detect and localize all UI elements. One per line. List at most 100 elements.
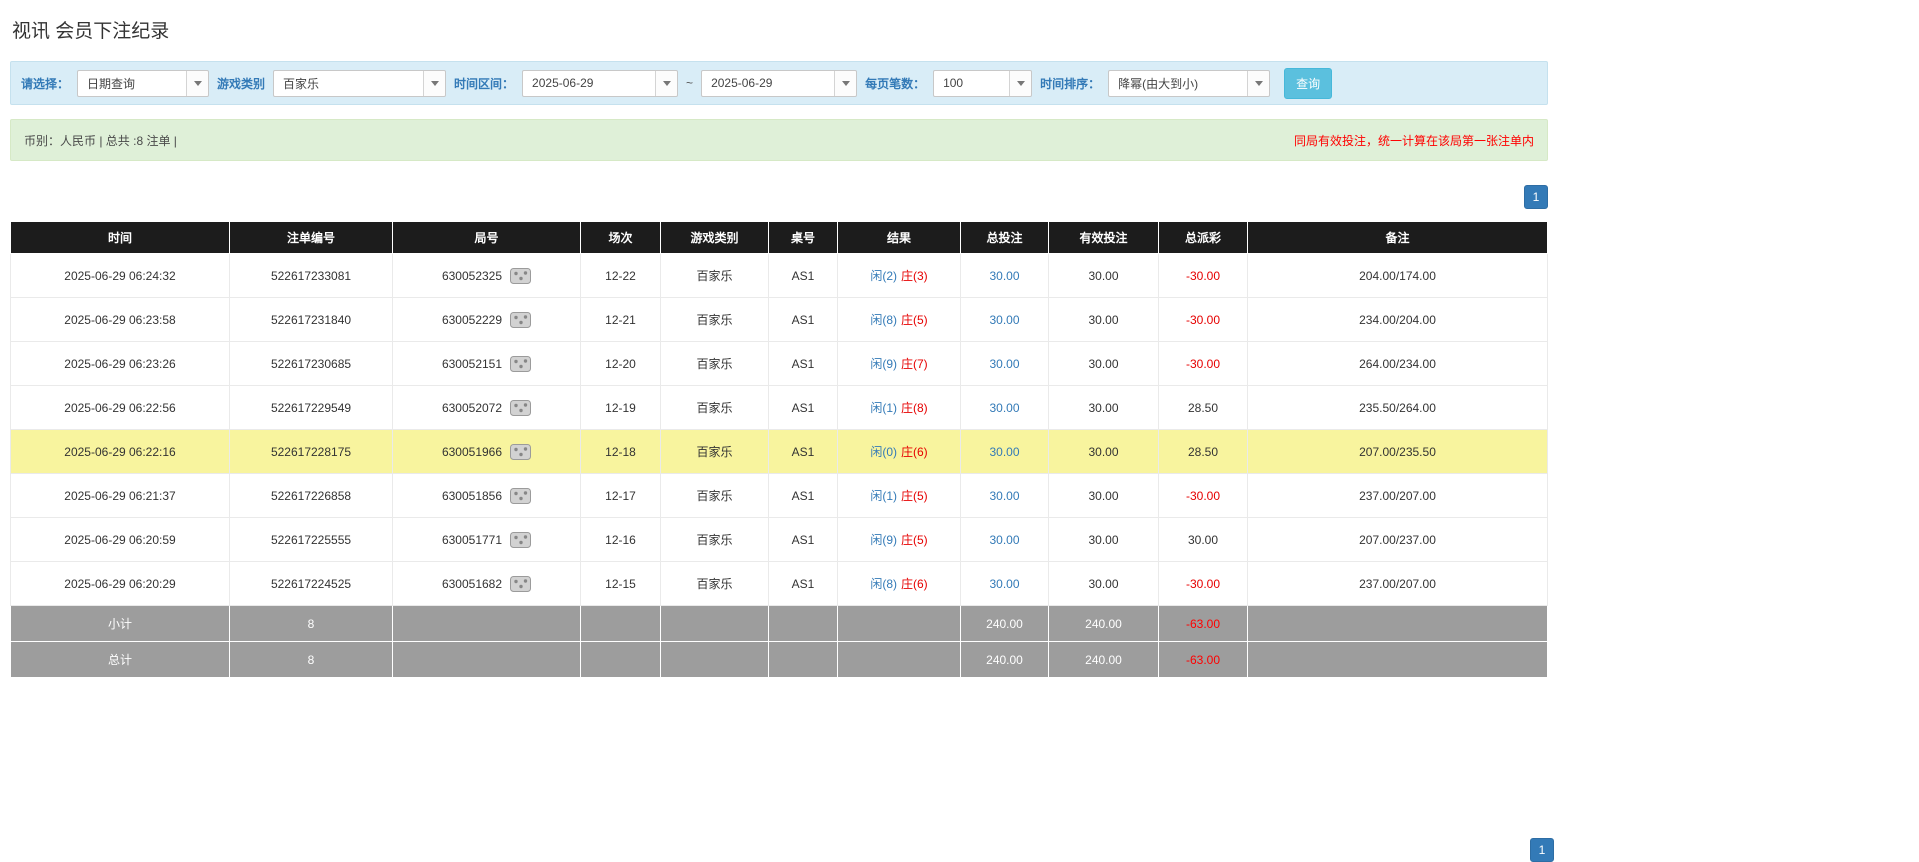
table-row: 2025-06-29 06:23:58 522617231840 6300522… <box>10 297 1548 342</box>
round-number-text: 630051682 <box>441 576 503 591</box>
cell-table-number: AS1 <box>768 253 838 298</box>
cell-round-number: 630051682 <box>392 561 581 606</box>
cell-bet-number: 522617230685 <box>229 341 393 386</box>
result-player: 闲(1) <box>870 489 897 503</box>
result-player: 闲(9) <box>870 533 897 547</box>
chevron-down-icon[interactable] <box>423 70 446 96</box>
cell-session: 12-18 <box>580 429 661 474</box>
cell-result: 闲(9) 庄(7) <box>837 341 961 386</box>
round-detail-dice-icon[interactable] <box>510 531 532 548</box>
cell-result: 闲(0) 庄(6) <box>837 429 961 474</box>
cell-result: 闲(9) 庄(5) <box>837 517 961 562</box>
cell-remark: 234.00/204.00 <box>1247 297 1548 342</box>
date-from-select[interactable]: 2025-06-29 <box>522 69 679 97</box>
total-bet-link[interactable]: 30.00 <box>989 489 1019 503</box>
total-bet-link[interactable]: 30.00 <box>989 577 1019 591</box>
cell-valid-bet: 30.00 <box>1048 561 1159 606</box>
filter-label-game-type: 游戏类别 <box>217 76 266 91</box>
page-button-1-bottom[interactable]: 1 <box>1530 838 1554 862</box>
column-header: 有效投注 <box>1048 221 1159 254</box>
cell-table-number: AS1 <box>768 429 838 474</box>
round-number-text: 630051966 <box>441 444 503 459</box>
result-player: 闲(1) <box>870 401 897 415</box>
round-number-text: 630052151 <box>441 356 503 371</box>
cell-total-bet: 30.00 <box>960 429 1049 474</box>
total-bet-link[interactable]: 30.00 <box>989 401 1019 415</box>
chevron-down-icon[interactable] <box>1247 70 1270 96</box>
round-number-text: 630051771 <box>441 532 503 547</box>
cell-total-bet: 30.00 <box>960 473 1049 518</box>
cell-bet-number: 522617225555 <box>229 517 393 562</box>
cell-time: 2025-06-29 06:20:29 <box>10 561 230 606</box>
cell-bet-number: 522617229549 <box>229 385 393 430</box>
cell-payout: 28.50 <box>1158 429 1248 474</box>
cell-result: 闲(8) 庄(5) <box>837 297 961 342</box>
filter-label-sort: 时间排序： <box>1040 76 1101 91</box>
result-banker: 庄(6) <box>901 577 928 591</box>
notice-text: 同局有效投注，统一计算在该局第一张注单内 <box>1293 133 1534 148</box>
total-bet-link[interactable]: 30.00 <box>989 533 1019 547</box>
table-row: 2025-06-29 06:21:37 522617226858 6300518… <box>10 473 1548 518</box>
cell-payout: -30.00 <box>1158 297 1248 342</box>
round-detail-dice-icon[interactable] <box>510 311 532 328</box>
round-detail-dice-icon[interactable] <box>510 355 532 372</box>
cell-game-type: 百家乐 <box>660 253 769 298</box>
round-detail-dice-icon[interactable] <box>510 575 532 592</box>
round-detail-dice-icon[interactable] <box>510 443 532 460</box>
cell-remark: 237.00/207.00 <box>1247 473 1548 518</box>
cell-payout: -30.00 <box>1158 473 1248 518</box>
chevron-down-icon[interactable] <box>186 70 209 96</box>
result-banker: 庄(5) <box>901 533 928 547</box>
page: 视讯 会员下注纪录 请选择： 日期查询 游戏类别 百家乐 时间区间： 2025-… <box>0 0 1548 678</box>
cell-valid-bet: 30.00 <box>1048 429 1159 474</box>
table-row: 2025-06-29 06:22:56 522617229549 6300520… <box>10 385 1548 430</box>
game-type-select[interactable]: 百家乐 <box>273 69 447 97</box>
cell-table-number: AS1 <box>768 473 838 518</box>
cell-session: 12-21 <box>580 297 661 342</box>
cell-total-bet: 30.00 <box>960 297 1049 342</box>
table-body: 2025-06-29 06:24:32 522617233081 6300523… <box>10 253 1548 606</box>
date-to-select[interactable]: 2025-06-29 <box>701 69 858 97</box>
column-header: 游戏类别 <box>660 221 769 254</box>
cell-total-bet: 30.00 <box>960 517 1049 562</box>
cell-table-number: AS1 <box>768 517 838 562</box>
subtotal-total-bet: 240.00 <box>960 605 1049 642</box>
query-type-select[interactable]: 日期查询 <box>77 69 210 97</box>
round-detail-dice-icon[interactable] <box>510 267 532 284</box>
cell-valid-bet: 30.00 <box>1048 385 1159 430</box>
chevron-down-icon[interactable] <box>1009 70 1032 96</box>
cell-table-number: AS1 <box>768 341 838 386</box>
query-type-value: 日期查询 <box>87 76 136 91</box>
cell-time: 2025-06-29 06:23:58 <box>10 297 230 342</box>
cell-time: 2025-06-29 06:20:59 <box>10 517 230 562</box>
cell-remark: 207.00/235.50 <box>1247 429 1548 474</box>
cell-total-bet: 30.00 <box>960 561 1049 606</box>
page-button-1[interactable]: 1 <box>1524 185 1548 209</box>
subtotal-row: 小计 8 240.00 240.00 -63.00 <box>10 605 1548 642</box>
round-detail-dice-icon[interactable] <box>510 399 532 416</box>
bet-records-table: 时间 注单编号 局号 场次 游戏类别 桌号 结果 总投注 有效投注 总派彩 备注 2025-06-2… <box>10 221 1548 678</box>
per-page-value: 100 <box>943 76 964 90</box>
subtotal-count: 8 <box>229 605 393 642</box>
round-number-text: 630051856 <box>441 488 503 503</box>
per-page-select[interactable]: 100 <box>933 69 1033 97</box>
cell-valid-bet: 30.00 <box>1048 253 1159 298</box>
result-banker: 庄(6) <box>901 445 928 459</box>
chevron-down-icon[interactable] <box>834 70 857 96</box>
round-detail-dice-icon[interactable] <box>510 487 532 504</box>
cell-game-type: 百家乐 <box>660 473 769 518</box>
total-bet-link[interactable]: 30.00 <box>989 269 1019 283</box>
total-bet-link[interactable]: 30.00 <box>989 357 1019 371</box>
chevron-down-icon[interactable] <box>655 70 678 96</box>
time-sort-select[interactable]: 降幂(由大到小) <box>1108 69 1271 97</box>
total-bet-link[interactable]: 30.00 <box>989 313 1019 327</box>
cell-total-bet: 30.00 <box>960 385 1049 430</box>
total-payout: -63.00 <box>1158 641 1248 678</box>
filter-label-time-range: 时间区间： <box>454 76 515 91</box>
cell-session: 12-15 <box>580 561 661 606</box>
round-number-text: 630052325 <box>441 268 503 283</box>
total-bet-link[interactable]: 30.00 <box>989 445 1019 459</box>
search-button[interactable]: 查询 <box>1284 67 1333 99</box>
subtotal-label: 小计 <box>10 605 230 642</box>
cell-round-number: 630052072 <box>392 385 581 430</box>
